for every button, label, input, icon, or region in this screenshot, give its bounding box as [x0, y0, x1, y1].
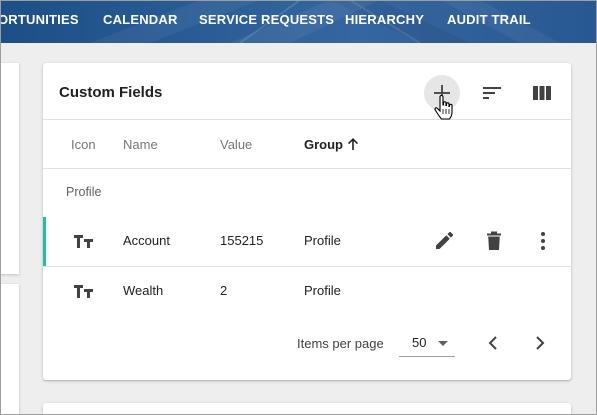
delete-button[interactable]	[482, 229, 506, 253]
row-value: 2	[220, 283, 228, 298]
view-columns-icon	[533, 86, 551, 100]
column-header-value[interactable]: Value	[220, 137, 252, 152]
nav-item-calendar[interactable]: CALENDAR	[103, 12, 178, 27]
items-per-page-value: 50	[412, 335, 427, 350]
text-field-icon	[74, 285, 93, 298]
nav-item-audit-trail[interactable]: AUDIT TRAIL	[447, 12, 531, 27]
trash-icon	[487, 231, 501, 250]
row-name: Account	[123, 233, 170, 248]
nav-item-opportunities[interactable]: ORTUNITIES	[0, 12, 79, 27]
chevron-left-icon	[488, 336, 497, 350]
table-row[interactable]: Account 155215 Profile	[43, 217, 571, 266]
group-row-label: Profile	[66, 185, 102, 199]
selected-row-indicator	[43, 217, 46, 266]
items-per-page-label: Items per page	[297, 336, 384, 351]
hand-pointer-cursor-icon	[434, 95, 453, 120]
table-header-divider	[43, 168, 571, 169]
edit-button[interactable]	[432, 229, 456, 253]
nav-item-hierarchy[interactable]: HIERARCHY	[345, 12, 424, 27]
top-navigation-bar: ORTUNITIES CALENDAR SERVICE REQUESTS HIE…	[0, 0, 597, 43]
header-divider	[43, 119, 571, 120]
columns-button[interactable]	[524, 75, 560, 111]
dropdown-caret-icon	[438, 341, 448, 346]
row-group: Profile	[304, 283, 341, 298]
items-per-page-select[interactable]: 50	[399, 329, 455, 357]
row-value: 155215	[220, 233, 264, 248]
custom-fields-card: Custom Fields Icon Name Value Group Prof…	[43, 63, 571, 380]
left-panel-card-lower	[0, 284, 19, 415]
next-card-partial	[43, 403, 571, 415]
column-header-group[interactable]: Group	[304, 137, 343, 152]
column-header-name[interactable]: Name	[123, 137, 158, 152]
edit-pencil-icon	[436, 231, 454, 249]
card-title: Custom Fields	[59, 84, 163, 101]
more-vertical-icon	[541, 232, 545, 250]
left-panel-card	[0, 63, 19, 274]
previous-page-button[interactable]	[481, 331, 505, 355]
chevron-right-icon	[536, 336, 545, 350]
sort-icon	[483, 87, 501, 99]
table-row[interactable]: Wealth 2 Profile	[43, 267, 571, 316]
nav-item-service-requests[interactable]: SERVICE REQUESTS	[199, 12, 334, 27]
more-options-button[interactable]	[531, 229, 555, 253]
column-header-icon[interactable]: Icon	[71, 137, 96, 152]
sort-ascending-arrow-icon[interactable]	[346, 137, 360, 151]
text-field-icon	[74, 235, 93, 248]
row-name: Wealth	[123, 283, 164, 298]
row-group: Profile	[304, 233, 341, 248]
sort-button[interactable]	[474, 75, 510, 111]
next-page-button[interactable]	[528, 331, 552, 355]
